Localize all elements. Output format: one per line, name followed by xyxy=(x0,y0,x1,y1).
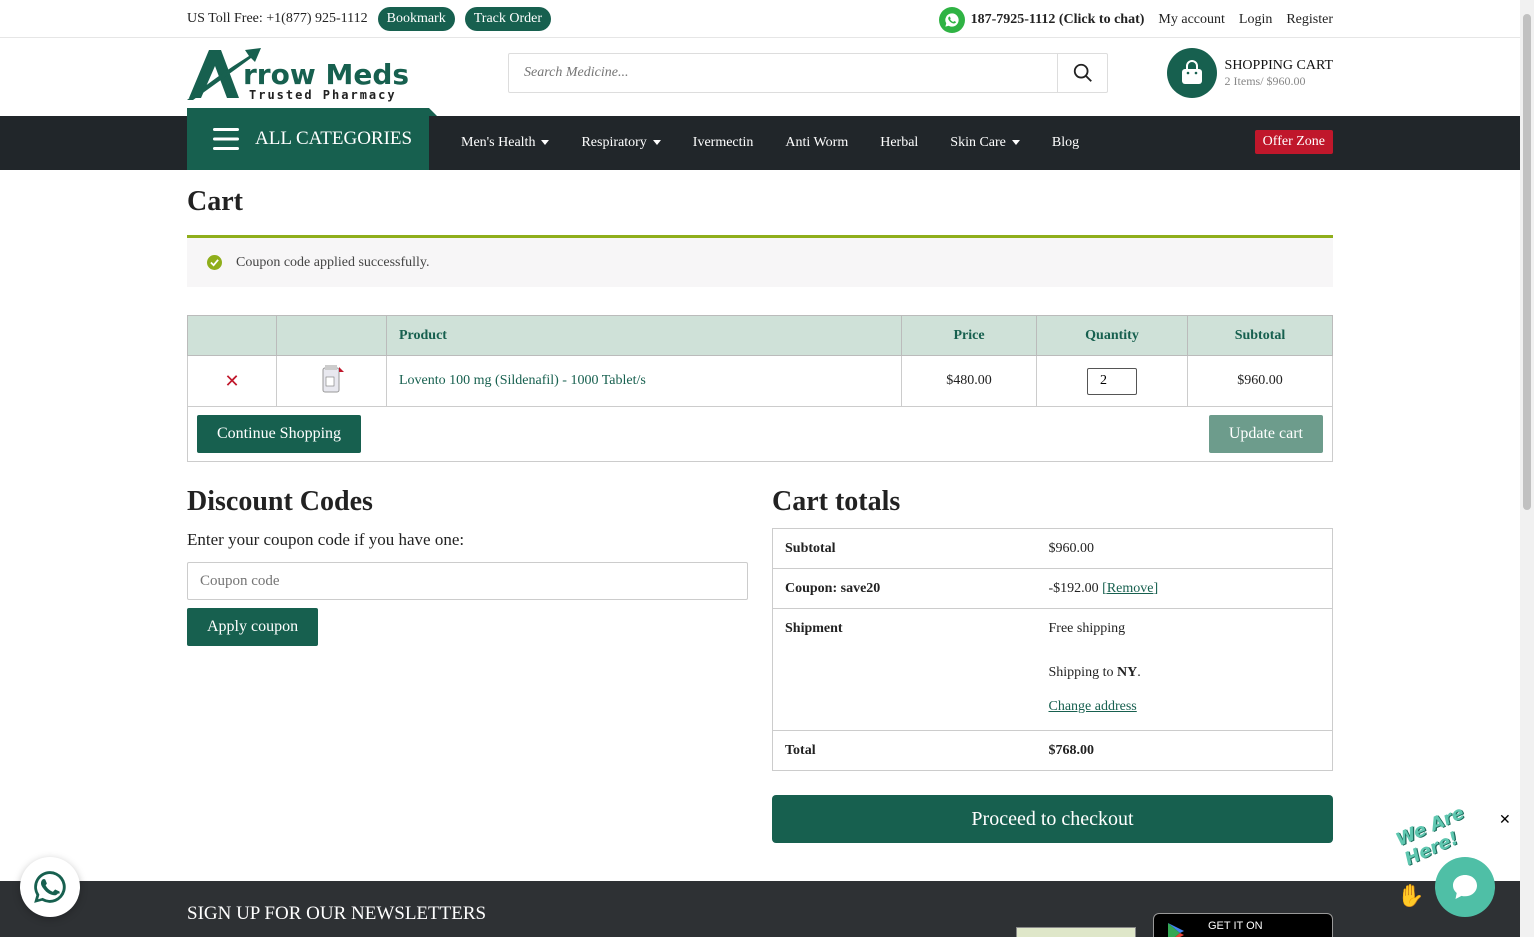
total-value: $768.00 xyxy=(1036,730,1333,771)
change-address-link[interactable]: Change address xyxy=(1049,699,1137,714)
table-header-row: Product Price Quantity Subtotal xyxy=(187,315,1333,356)
nav-item-respiratory[interactable]: Respiratory xyxy=(581,135,661,151)
remove-coupon-link[interactable]: [Remove] xyxy=(1102,581,1158,596)
quantity-input[interactable] xyxy=(1087,367,1137,395)
site-header: rrow Meds Trusted Pharmacy SHOPPING CART… xyxy=(0,38,1520,116)
google-play-icon xyxy=(1168,923,1184,937)
coupon-prompt: Enter your coupon code if you have one: xyxy=(187,530,465,549)
subtotal-label: Subtotal xyxy=(772,528,1037,569)
cart-label: SHOPPING CART xyxy=(1224,57,1333,73)
arrow-meds-logo[interactable]: rrow Meds Trusted Pharmacy xyxy=(187,46,427,102)
search-box xyxy=(508,53,1108,93)
cart-summary: 2 Items/ $960.00 xyxy=(1224,73,1306,88)
google-play-badge[interactable]: GET IT ON xyxy=(1153,913,1333,937)
page-scrollbar[interactable] xyxy=(1520,0,1534,937)
shipping-destination: Shipping to NY. xyxy=(1048,665,1141,680)
bookmark-button[interactable]: Bookmark xyxy=(377,7,455,31)
hamburger-icon xyxy=(213,128,239,150)
dmca-badge[interactable] xyxy=(1016,927,1136,937)
subtotal-row: Subtotal $960.00 xyxy=(772,528,1333,569)
whatsapp-float-button[interactable] xyxy=(20,857,80,917)
live-chat-button[interactable] xyxy=(1435,857,1495,917)
column-header-thumbnail xyxy=(276,315,387,356)
register-link[interactable]: Register xyxy=(1286,12,1333,28)
top-bar: US Toll Free: +1(877) 925-1112 Bookmark … xyxy=(0,0,1520,38)
caret-down-icon xyxy=(1011,140,1020,146)
nav-item-skin-care[interactable]: Skin Care xyxy=(950,135,1020,151)
subtotal-value: $960.00 xyxy=(1036,528,1333,569)
my-account-link[interactable]: My account xyxy=(1158,12,1224,28)
chat-bubble-icon xyxy=(1453,875,1477,899)
coupon-row: Coupon: save20 -$192.00 [Remove] xyxy=(772,568,1333,609)
shopping-bag-icon xyxy=(1166,48,1217,98)
shopping-cart-link[interactable]: SHOPPING CART 2 Items/ $960.00 xyxy=(1166,48,1333,98)
offer-zone-button[interactable]: Offer Zone xyxy=(1254,130,1333,154)
product-thumbnail-cell xyxy=(276,355,387,407)
product-bottle-icon[interactable] xyxy=(319,364,345,398)
column-header-subtotal: Subtotal xyxy=(1187,315,1333,356)
discount-codes-title: Discount Codes xyxy=(187,486,373,517)
caret-down-icon xyxy=(541,140,550,146)
nav-item-herbal[interactable]: Herbal xyxy=(880,135,918,151)
waving-hand-icon: ✋ xyxy=(1397,883,1425,908)
site-footer: SIGN UP FOR OUR NEWSLETTERS GET IT ON xyxy=(0,881,1520,937)
check-circle-icon xyxy=(207,255,222,270)
column-header-product: Product xyxy=(386,315,902,356)
product-subtotal: $960.00 xyxy=(1187,355,1333,407)
column-header-remove xyxy=(187,315,277,356)
scrollbar-thumb[interactable] xyxy=(1523,14,1531,510)
cart-table: Product Price Quantity Subtotal ✕ Lovent… xyxy=(187,315,1333,407)
coupon-label: Coupon: save20 xyxy=(772,568,1037,609)
svg-text:Trusted Pharmacy: Trusted Pharmacy xyxy=(249,88,397,102)
continue-shopping-button[interactable]: Continue Shopping xyxy=(197,415,362,453)
column-header-price: Price xyxy=(901,315,1037,356)
all-categories-button[interactable]: ALL CATEGORIES xyxy=(187,108,437,170)
all-categories-label: ALL CATEGORIES xyxy=(255,128,413,149)
svg-text:rrow Meds: rrow Meds xyxy=(243,58,409,91)
nav-item-blog[interactable]: Blog xyxy=(1052,135,1079,151)
total-row: Total $768.00 xyxy=(772,730,1333,771)
whatsapp-icon xyxy=(938,7,965,33)
nav-item-mens-health[interactable]: Men's Health xyxy=(461,135,550,151)
search-input[interactable] xyxy=(509,54,1057,92)
update-cart-button[interactable]: Update cart xyxy=(1208,415,1323,453)
table-row: ✕ Lovento 100 mg (Sildenafil) - 1000 Tab… xyxy=(187,355,1333,407)
product-name-cell: Lovento 100 mg (Sildenafil) - 1000 Table… xyxy=(386,355,902,407)
shipment-label: Shipment xyxy=(772,608,1037,731)
main-nav: ALL CATEGORIES Men's Health Respiratory … xyxy=(0,108,1520,170)
nav-item-ivermectin[interactable]: Ivermectin xyxy=(693,135,754,151)
cart-totals-title: Cart totals xyxy=(772,486,901,517)
total-label: Total xyxy=(772,730,1037,771)
chat-phone-text: 187-7925-1112 (Click to chat) xyxy=(970,12,1145,27)
column-header-quantity: Quantity xyxy=(1036,315,1188,356)
cart-totals-table: Subtotal $960.00 Coupon: save20 -$192.00… xyxy=(772,528,1333,771)
page-title: Cart xyxy=(187,186,243,217)
nav-item-anti-worm[interactable]: Anti Worm xyxy=(785,135,848,151)
whatsapp-icon xyxy=(34,871,66,903)
remove-item-cell: ✕ xyxy=(187,355,277,407)
shipping-method: Free shipping xyxy=(1048,621,1126,636)
quantity-cell xyxy=(1036,355,1188,407)
cart-actions-row: Continue Shopping Update cart xyxy=(187,406,1333,462)
proceed-to-checkout-button[interactable]: Proceed to checkout xyxy=(772,795,1333,843)
login-link[interactable]: Login xyxy=(1239,12,1272,28)
remove-item-icon[interactable]: ✕ xyxy=(224,371,239,391)
toll-free-text: US Toll Free: +1(877) 925-1112 xyxy=(187,11,368,26)
success-notice: Coupon code applied successfully. xyxy=(187,235,1333,287)
newsletter-title: SIGN UP FOR OUR NEWSLETTERS xyxy=(187,903,487,924)
caret-down-icon xyxy=(652,140,661,146)
notice-text: Coupon code applied successfully. xyxy=(236,254,430,270)
product-link[interactable]: Lovento 100 mg (Sildenafil) - 1000 Table… xyxy=(399,373,646,388)
track-order-button[interactable]: Track Order xyxy=(464,7,552,31)
shipment-row: Shipment Free shipping Shipping to NY. C… xyxy=(772,608,1333,731)
coupon-discount-value: -$192.00 xyxy=(1048,580,1099,596)
coupon-code-input[interactable] xyxy=(187,562,748,600)
apply-coupon-button[interactable]: Apply coupon xyxy=(187,608,319,646)
product-price: $480.00 xyxy=(901,355,1037,407)
whatsapp-chat-link[interactable]: 187-7925-1112 (Click to chat) xyxy=(938,7,1145,33)
search-icon[interactable] xyxy=(1057,54,1107,92)
